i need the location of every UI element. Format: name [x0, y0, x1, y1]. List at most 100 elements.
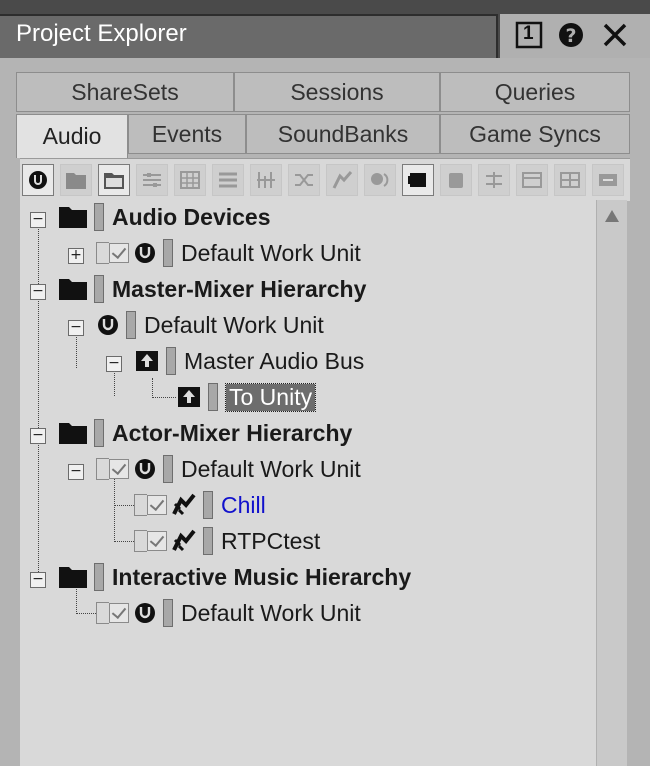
work-unit-icon — [133, 241, 157, 265]
actor-mixer-icon — [143, 173, 161, 187]
tree-label: Default Work Unit — [144, 311, 324, 338]
tree-guide — [76, 613, 96, 614]
tab-audio[interactable]: Audio — [16, 114, 128, 158]
filter-music-switch[interactable] — [478, 164, 510, 196]
filter-work-unit[interactable] — [22, 164, 54, 196]
random-container-icon — [180, 171, 200, 189]
close-icon — [603, 23, 627, 47]
tree-row-audio-devices-wu[interactable]: Default Work Unit — [96, 236, 361, 270]
svg-text:?: ? — [565, 25, 576, 47]
collapse-toggle[interactable]: − — [68, 320, 84, 336]
collapse-toggle[interactable]: − — [30, 572, 46, 588]
tree-row-rtpctest[interactable]: RTPCtest — [134, 524, 320, 558]
tree-label: Master-Mixer Hierarchy — [112, 275, 367, 302]
pin-number: 1 — [523, 23, 534, 44]
include-checkbox[interactable] — [147, 531, 167, 551]
tree-row-interactive-music[interactable]: Interactive Music Hierarchy — [58, 560, 411, 594]
music-track-icon — [599, 174, 617, 186]
tab-sharesets[interactable]: ShareSets — [16, 72, 234, 112]
pin-view-button[interactable]: 1 — [514, 20, 544, 50]
sound-sfx-icon — [171, 492, 197, 518]
tree-label: Default Work Unit — [181, 455, 361, 482]
expand-toggle[interactable]: + — [68, 248, 84, 264]
include-checkbox[interactable] — [109, 603, 129, 623]
collapse-toggle[interactable]: − — [30, 428, 46, 444]
title-bar: Project Explorer 1 ? — [0, 0, 650, 58]
filter-virtual-folder[interactable] — [98, 164, 130, 196]
music-switch-icon — [486, 172, 502, 188]
filter-music-playlist[interactable] — [516, 164, 548, 196]
filter-music-track[interactable] — [592, 164, 624, 196]
tree-label: Chill — [221, 491, 266, 518]
physical-folder-icon — [58, 565, 88, 589]
tree-guide — [114, 505, 134, 506]
filter-random-container[interactable] — [174, 164, 206, 196]
tree-row-actor-mixer-wu[interactable]: Default Work Unit — [96, 452, 361, 486]
filter-blend-container[interactable] — [288, 164, 320, 196]
hierarchy-tree: − Audio Devices + Default Work Unit − Ma… — [20, 200, 596, 766]
collapse-toggle[interactable]: − — [30, 284, 46, 300]
include-checkbox[interactable] — [109, 459, 129, 479]
color-bar — [208, 383, 218, 411]
physical-folder-icon — [58, 205, 88, 229]
tree-row-audio-devices[interactable]: Audio Devices — [58, 200, 271, 234]
work-unit-icon — [133, 601, 157, 625]
filter-sequence-container[interactable] — [212, 164, 244, 196]
sound-sfx-icon — [332, 171, 353, 189]
filter-music-segment[interactable] — [554, 164, 586, 196]
color-bar — [126, 311, 136, 339]
filter-actor-mixer[interactable] — [136, 164, 168, 196]
tree-guide — [76, 334, 77, 368]
tree-row-master-mixer-wu[interactable]: Default Work Unit — [96, 308, 324, 342]
filter-sound-voice[interactable] — [364, 164, 396, 196]
filter-sound-sfx[interactable] — [326, 164, 358, 196]
collapse-toggle[interactable]: − — [68, 464, 84, 480]
checkbox-bracket — [96, 458, 109, 480]
filter-folder[interactable] — [60, 164, 92, 196]
sound-sfx-icon — [171, 528, 197, 554]
physical-folder-icon — [58, 421, 88, 445]
tree-label: Actor-Mixer Hierarchy — [112, 419, 353, 446]
color-bar — [94, 419, 104, 447]
tab-queries[interactable]: Queries — [440, 72, 630, 112]
tree-guide — [152, 397, 176, 398]
tree-row-interactive-music-wu[interactable]: Default Work Unit — [96, 596, 361, 630]
work-unit-icon — [96, 313, 120, 337]
tree-row-to-unity[interactable]: To Unity — [176, 380, 317, 414]
scroll-up-arrow-icon[interactable] — [597, 204, 627, 228]
color-bar — [94, 203, 104, 231]
tree-row-chill[interactable]: Chill — [134, 488, 266, 522]
filter-audio-bus[interactable] — [402, 164, 434, 196]
tree-guide — [114, 370, 115, 396]
audio-bus-icon — [408, 173, 426, 187]
tree-row-master-mixer[interactable]: Master-Mixer Hierarchy — [58, 272, 366, 306]
include-checkbox[interactable] — [109, 243, 129, 263]
tree-row-actor-mixer[interactable]: Actor-Mixer Hierarchy — [58, 416, 352, 450]
blend-container-icon — [295, 174, 313, 186]
collapse-toggle[interactable]: − — [30, 212, 46, 228]
vertical-scrollbar[interactable] — [596, 200, 627, 766]
close-button[interactable] — [600, 20, 630, 50]
help-icon: ? — [559, 23, 583, 47]
tree-label: Master Audio Bus — [184, 347, 365, 374]
collapse-toggle[interactable]: − — [106, 356, 122, 372]
tab-soundbanks[interactable]: SoundBanks — [246, 114, 440, 154]
tree-guide — [114, 478, 115, 542]
sound-voice-icon — [371, 173, 389, 187]
audio-bus-icon — [176, 385, 202, 409]
music-playlist-icon — [522, 172, 542, 188]
filter-toolbar — [20, 158, 630, 201]
virtual-folder-icon — [104, 173, 124, 189]
tab-events[interactable]: Events — [128, 114, 246, 154]
sequence-container-icon — [219, 172, 237, 188]
color-bar — [203, 527, 213, 555]
physical-folder-icon — [58, 277, 88, 301]
filter-switch-container[interactable] — [250, 164, 282, 196]
tab-game-syncs[interactable]: Game Syncs — [440, 114, 630, 154]
filter-aux-bus[interactable] — [440, 164, 472, 196]
tab-sessions[interactable]: Sessions — [234, 72, 440, 112]
help-button[interactable]: ? — [556, 20, 586, 50]
tree-row-master-audio-bus[interactable]: Master Audio Bus — [134, 344, 364, 378]
include-checkbox[interactable] — [147, 495, 167, 515]
tree-label: Default Work Unit — [181, 599, 361, 626]
